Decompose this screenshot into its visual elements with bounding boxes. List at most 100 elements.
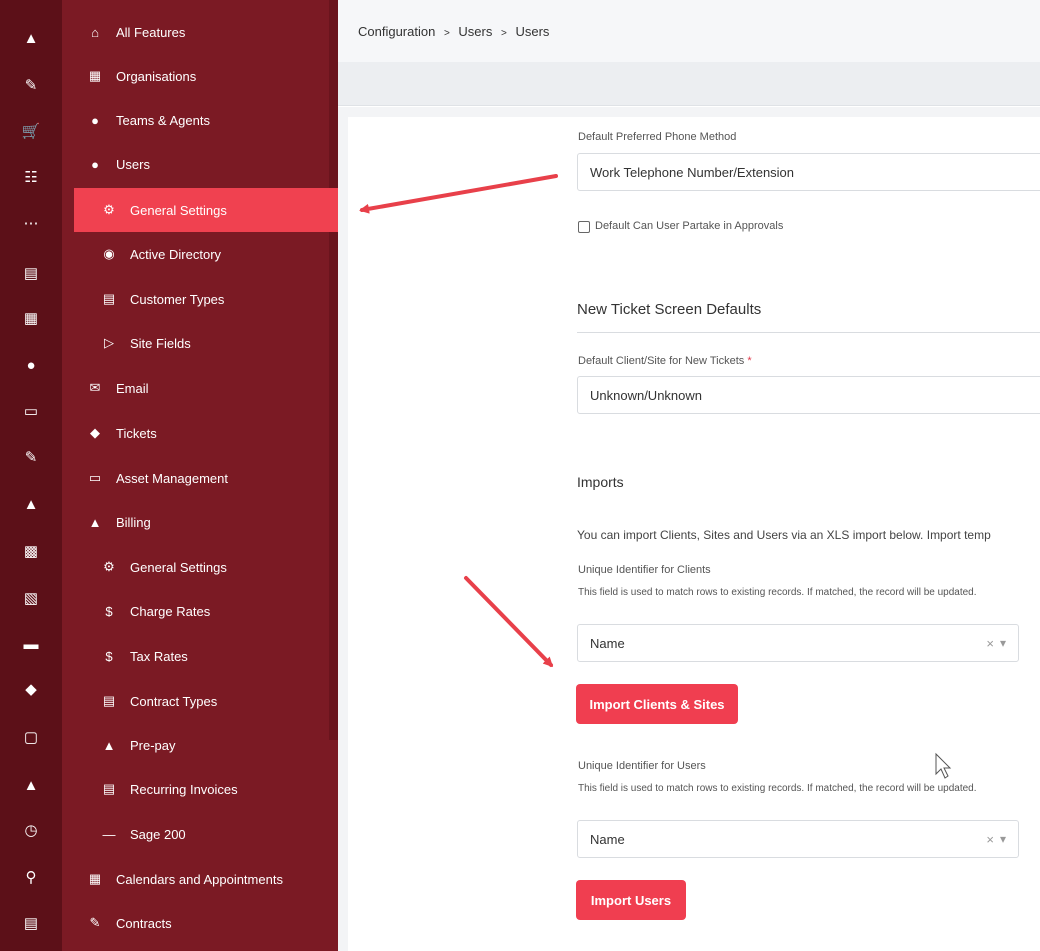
nav-item-label: Customer Types [130,291,225,307]
nav-item-label: Contracts [116,915,172,931]
list-icon: ▤ [102,291,116,306]
nav-item-tickets[interactable]: ◆ Tickets [62,411,329,455]
nav-item-teams-agents[interactable]: ● Teams & Agents [62,98,329,142]
nav-item-tax-rates[interactable]: $ Tax Rates [62,634,329,678]
default-client-label-text: Default Client/Site for New Tickets [578,355,745,367]
breadcrumb-item-users[interactable]: Users [458,24,492,39]
clock-icon[interactable]: ◷ [0,819,62,841]
thumbs-up-icon[interactable]: ▲ [0,493,62,515]
import-clients-button[interactable]: Import Clients & Sites [576,684,738,724]
dash-icon: — [102,826,116,842]
nav-scrollbar[interactable] [329,0,338,740]
nav-item-label: Email [116,380,149,396]
nav-item-customer-types[interactable]: ▤ Customer Types [62,277,329,321]
settings-panel: Default Preferred Phone Method Work Tele… [348,117,1040,951]
nav-item-recurring-invoices[interactable]: ▤ Recurring Invoices [62,767,329,811]
sitemap-icon[interactable]: ☷ [0,166,62,188]
new-ticket-defaults-heading: New Ticket Screen Defaults [577,301,762,318]
users-identifier-select[interactable]: Name × ▾ [577,820,1019,858]
clients-identifier-select[interactable]: Name × ▾ [577,624,1019,662]
cube-icon[interactable]: ◆ [0,678,62,700]
nav-item-label: Pre-pay [130,737,176,753]
nav-item-pre-pay[interactable]: ▲ Pre-pay [62,723,329,767]
toolbar [338,62,1040,106]
laptop-icon[interactable]: ▭ [0,400,62,422]
dollar-icon: $ [105,648,113,664]
imports-heading: Imports [577,474,624,490]
nav-item-email[interactable]: ✉ Email [62,366,329,410]
ticket-icon: ◆ [90,425,100,440]
users-identifier-controls: × ▾ [986,821,1006,857]
calendar-icon: ▦ [88,871,102,886]
edit-icon[interactable]: ✎ [0,74,62,96]
money-bag-icon[interactable]: ▲ [0,774,62,796]
phone-method-label: Default Preferred Phone Method [578,131,737,143]
nav-item-label: Recurring Invoices [130,781,238,797]
clear-icon[interactable]: × [986,636,994,651]
nav-item-label: Tickets [116,425,157,441]
nav-item-label: Calendars and Appointments [116,871,283,887]
nav-item-organisations[interactable]: ▦ Organisations [62,54,329,98]
search-icon[interactable]: ⚲ [0,866,62,888]
nav-item-asset-management[interactable]: ▭ Asset Management [62,456,329,500]
nav-item-contract-types[interactable]: ▤ Contract Types [62,679,329,723]
nav-item-users[interactable]: ● Users [62,142,329,186]
nav-item-label: Active Directory [130,246,222,262]
file-export-icon: ▷ [104,335,114,350]
chart-icon[interactable]: ▤ [0,262,62,284]
nav-item-billing-general-settings[interactable]: ⚙ General Settings [62,545,329,589]
breadcrumb-item-users-current: Users [515,24,550,39]
breadcrumb-item-configuration[interactable]: Configuration [358,24,435,39]
nav-item-general-settings[interactable]: ⚙ General Settings [74,188,338,232]
section-divider [577,332,1040,333]
default-client-label: Default Client/Site for New Tickets * [578,355,752,367]
import-users-button[interactable]: Import Users [576,880,686,920]
nav-item-charge-rates[interactable]: $ Charge Rates [62,589,329,633]
nav-item-site-fields[interactable]: ▷ Site Fields [62,321,329,365]
nav-item-contracts[interactable]: ✎ Contracts [62,901,329,945]
home-icon: ⌂ [91,24,99,40]
user-icon[interactable]: ● [0,354,62,376]
truck-icon[interactable]: ▬ [0,633,62,655]
approvals-checkbox[interactable] [578,221,590,233]
book-icon[interactable]: ▧ [0,587,62,609]
calendar-icon[interactable]: ▦ [0,307,62,329]
tablet-icon[interactable]: ▢ [0,726,62,748]
nav-item-label: General Settings [130,559,227,575]
note-icon[interactable]: ✎ [0,446,62,468]
clear-icon[interactable]: × [986,832,994,847]
gear-icon: ⚙ [103,559,115,574]
envelope-icon: ✉ [89,380,101,395]
default-client-select[interactable]: Unknown/Unknown [577,376,1040,414]
phone-method-select[interactable]: Work Telephone Number/Extension [577,153,1040,191]
user-icon: ● [91,156,99,172]
clients-identifier-controls: × ▾ [986,625,1006,661]
settings-nav: ⌂ All Features ▦ Organisations ● Teams &… [62,0,338,951]
users-identifier-value: Name [590,831,625,847]
more-icon[interactable]: ⋯ [0,212,62,234]
nav-item-label: Sage 200 [130,826,186,842]
list-icon: ▤ [102,693,116,708]
approvals-checkbox-label[interactable]: Default Can User Partake in Approvals [595,220,783,232]
nav-item-label: Site Fields [130,335,191,351]
chevron-down-icon[interactable]: ▾ [1000,832,1006,846]
clients-identifier-value: Name [590,635,625,651]
box-icon[interactable]: ▩ [0,540,62,562]
chevron-down-icon[interactable]: ▾ [1000,636,1006,650]
cart-icon[interactable]: 🛒 [0,120,62,142]
dollar-icon: $ [105,603,113,619]
required-mark: * [747,355,752,367]
nav-item-all-features[interactable]: ⌂ All Features [62,10,329,54]
contract-icon: ✎ [89,915,101,930]
document-icon[interactable]: ▤ [0,912,62,934]
nav-item-calendars[interactable]: ▦ Calendars and Appointments [62,857,329,901]
breadcrumb-separator: > [501,28,507,39]
money-bag-icon: ▲ [102,737,116,753]
clients-identifier-label: Unique Identifier for Clients [578,564,711,576]
nav-item-sage-200[interactable]: — Sage 200 [62,812,329,856]
user-icon: ● [91,112,99,128]
nav-item-billing[interactable]: ▲ Billing [62,500,329,544]
nav-item-label: All Features [116,24,186,40]
warning-icon[interactable]: ▲ [0,27,62,49]
nav-item-active-directory[interactable]: ◉ Active Directory [62,232,329,276]
